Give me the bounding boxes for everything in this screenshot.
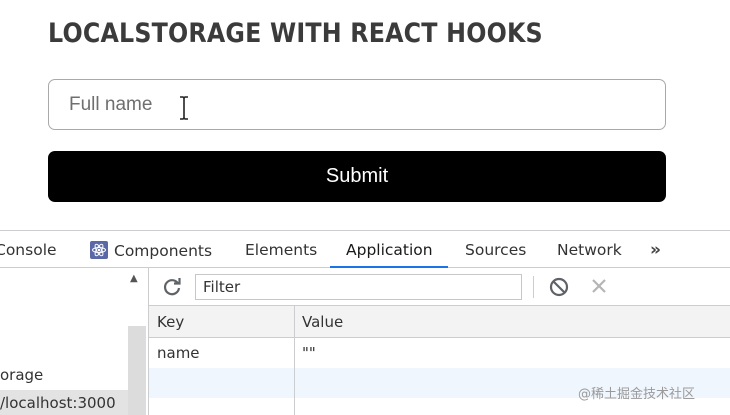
- column-header-value[interactable]: Value: [302, 313, 343, 331]
- tab-sources[interactable]: Sources: [465, 241, 526, 259]
- delete-selected-icon[interactable]: [590, 277, 608, 295]
- column-divider: [294, 306, 295, 415]
- react-icon: [90, 241, 108, 259]
- tab-console[interactable]: Console: [0, 241, 57, 259]
- devtools-tab-bar: Console Components Elements Application …: [0, 230, 730, 268]
- watermark: @稀土掘金技术社区: [578, 387, 696, 402]
- tab-elements[interactable]: Elements: [245, 241, 317, 259]
- sidebar-scrollbar[interactable]: [128, 326, 146, 415]
- sidebar-item-local-storage[interactable]: orage: [0, 366, 43, 384]
- clear-all-icon[interactable]: [549, 277, 569, 297]
- page-title: LOCALSTORAGE WITH REACT HOOKS: [48, 18, 543, 49]
- toolbar-divider: [533, 276, 534, 298]
- table-cell-key[interactable]: name: [157, 344, 200, 362]
- more-tabs-icon[interactable]: »: [650, 240, 661, 260]
- text-cursor-icon: [180, 96, 188, 120]
- tab-network[interactable]: Network: [557, 241, 622, 259]
- table-header: Key Value: [149, 306, 730, 338]
- filter-input[interactable]: [195, 274, 522, 300]
- application-sidebar: ▲ orage /localhost:3000: [0, 268, 149, 415]
- column-header-key[interactable]: Key: [157, 313, 184, 331]
- full-name-input[interactable]: [48, 79, 666, 130]
- scroll-up-arrow-icon[interactable]: ▲: [130, 273, 138, 284]
- tab-application[interactable]: Application: [346, 241, 433, 259]
- sidebar-item-localhost-3000[interactable]: /localhost:3000: [0, 390, 128, 415]
- tab-components-label: Components: [114, 242, 213, 260]
- storage-toolbar: [149, 268, 730, 306]
- submit-button[interactable]: Submit: [48, 151, 666, 202]
- refresh-icon[interactable]: [161, 276, 183, 298]
- table-cell-value[interactable]: "": [302, 344, 316, 362]
- tab-components[interactable]: Components: [90, 241, 212, 260]
